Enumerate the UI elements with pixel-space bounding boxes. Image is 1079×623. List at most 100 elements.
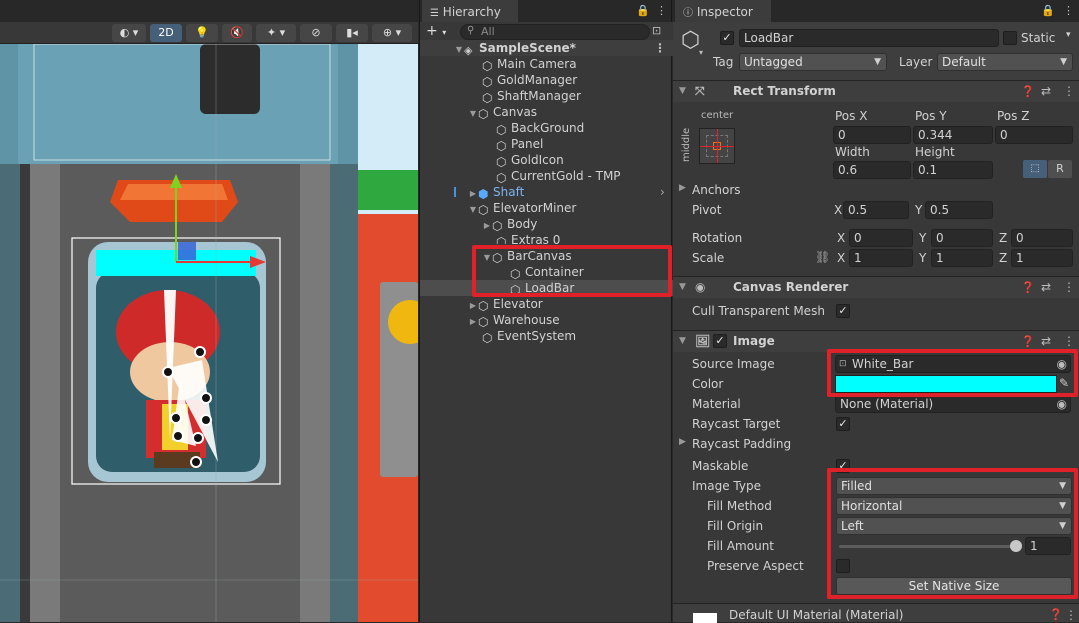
- height-label: Height: [915, 145, 955, 159]
- pivot-label: Pivot: [692, 203, 722, 217]
- image-enabled-checkbox[interactable]: ✓: [713, 334, 727, 348]
- object-picker-icon[interactable]: ◉: [1057, 396, 1067, 412]
- rotation-y-field[interactable]: 0: [931, 229, 993, 247]
- rotation-z-field[interactable]: 0: [1011, 229, 1073, 247]
- posz-field[interactable]: 0: [995, 126, 1073, 144]
- icon-dropdown-icon[interactable]: ▾: [699, 48, 703, 57]
- posx-field[interactable]: 0: [833, 126, 911, 144]
- gizmos-button[interactable]: ⊕ ▾: [372, 24, 412, 42]
- blueprint-mode-icon[interactable]: ⬚: [1023, 160, 1047, 178]
- tree-item-goldmanager[interactable]: ⬡ GoldManager: [482, 72, 577, 89]
- help-icon[interactable]: ❓: [1021, 81, 1035, 102]
- lock-icon[interactable]: 🔒: [1041, 4, 1055, 17]
- presets-icon[interactable]: ⇄: [1041, 277, 1051, 298]
- shading-mode-button[interactable]: ◐ ▾: [112, 24, 146, 42]
- collapse-arrow-icon[interactable]: ▼: [679, 277, 686, 298]
- more-options-icon[interactable]: ⋮: [1063, 4, 1074, 17]
- raw-edit-button[interactable]: R: [1048, 160, 1072, 178]
- scale-x-field[interactable]: 1: [849, 249, 913, 267]
- search-filter-icon[interactable]: ⊡: [652, 24, 661, 37]
- maskable-label: Maskable: [692, 459, 749, 473]
- constrain-proportions-icon[interactable]: ⛓: [815, 250, 830, 264]
- active-checkbox[interactable]: ✓: [720, 31, 734, 45]
- more-options-icon[interactable]: ⋮: [656, 4, 667, 17]
- audio-toggle-icon[interactable]: 🔇: [222, 24, 252, 42]
- prefab-open-arrow-icon[interactable]: ›: [660, 184, 665, 200]
- tree-item-elevator[interactable]: ▶ ⬡ Elevator: [468, 296, 543, 313]
- camera-settings-icon[interactable]: ▮◂: [336, 24, 368, 42]
- raycast-padding-label[interactable]: Raycast Padding: [692, 437, 791, 451]
- rot-x-label: X: [837, 231, 846, 245]
- width-field[interactable]: 0.6: [833, 161, 911, 179]
- tree-item-elevatorminer[interactable]: ▼ ⬡ ElevatorMiner: [468, 200, 576, 218]
- presets-icon[interactable]: ⇄: [1041, 81, 1051, 102]
- height-field[interactable]: 0.1: [913, 161, 993, 179]
- help-icon[interactable]: ❓: [1049, 608, 1063, 621]
- collapse-arrow-icon[interactable]: ▼: [679, 81, 686, 102]
- tree-item-currentgold[interactable]: ⬡ CurrentGold - TMP: [496, 168, 621, 185]
- tree-item-samplescene[interactable]: ▼ ◈ SampleScene* ⋮: [420, 40, 673, 58]
- cull-transparent-checkbox[interactable]: ✓: [836, 304, 850, 318]
- scene-viewport[interactable]: [0, 44, 418, 622]
- expand-arrow-icon[interactable]: ▶: [468, 314, 478, 330]
- raycast-target-checkbox[interactable]: ✓: [836, 417, 850, 431]
- gameobject-icon: ⬡: [496, 155, 507, 169]
- expand-arrow-icon[interactable]: ▶: [482, 218, 492, 234]
- hierarchy-search-input[interactable]: ⚲ All: [460, 24, 650, 40]
- material-field[interactable]: None (Material) ◉: [835, 395, 1071, 413]
- effects-toggle-icon[interactable]: ✦ ▾: [256, 24, 296, 42]
- tab-hierarchy[interactable]: ☰ Hierarchy: [422, 0, 518, 22]
- canvas-renderer-header[interactable]: ▼ ◉ Canvas Renderer ❓ ⇄ ⋮: [673, 276, 1079, 298]
- tree-item-warehouse[interactable]: ▶ ⬡ Warehouse: [468, 312, 560, 330]
- tree-item-shaft[interactable]: ▶ ⬢ Shaft ›: [454, 184, 673, 201]
- object-name-field[interactable]: LoadBar: [739, 29, 999, 47]
- expand-arrow-icon[interactable]: ▼: [468, 106, 478, 122]
- anchor-presets-button[interactable]: [699, 128, 735, 164]
- layer-label: Layer: [899, 55, 933, 69]
- help-icon[interactable]: ❓: [1021, 277, 1035, 298]
- lighting-toggle-icon[interactable]: 💡: [186, 24, 218, 42]
- lock-icon[interactable]: 🔒: [636, 4, 650, 17]
- scene-view-panel[interactable]: ◐ ▾ 2D 💡 🔇 ✦ ▾ ⊘ ▮◂ ⊕ ▾: [0, 0, 418, 622]
- tree-item-body[interactable]: ▶ ⬡ Body: [482, 216, 537, 234]
- tree-item-canvas[interactable]: ▼ ⬡ Canvas: [468, 104, 537, 122]
- canvas-renderer-title: Canvas Renderer: [733, 280, 849, 294]
- pivot-y-label: Y: [915, 203, 923, 217]
- mode-2d-button[interactable]: 2D: [150, 24, 182, 42]
- rotation-x-field[interactable]: 0: [849, 229, 913, 247]
- component-menu-icon[interactable]: ⋮: [1063, 81, 1075, 102]
- layer-dropdown[interactable]: Default ▼: [937, 53, 1073, 71]
- tab-inspector[interactable]: ⓘ Inspector: [675, 0, 771, 22]
- rect-transform-header[interactable]: ▼ ⤧ Rect Transform ❓ ⇄ ⋮: [673, 80, 1079, 102]
- expand-arrow-icon[interactable]: ▼: [454, 42, 464, 58]
- component-menu-icon[interactable]: ⋮: [1065, 608, 1077, 622]
- tree-item-extras[interactable]: ⬡ Extras 0: [496, 232, 560, 244]
- material-preview-header[interactable]: Default UI Material (Material) ❓ ⋮: [673, 603, 1079, 623]
- scale-z-field[interactable]: 1: [1011, 249, 1073, 267]
- anchors-label[interactable]: Anchors: [692, 183, 741, 197]
- gameobject-icon: ⬡: [482, 91, 493, 105]
- scale-y-field[interactable]: 1: [931, 249, 993, 267]
- tree-item-background[interactable]: ⬡ BackGround: [496, 120, 584, 137]
- scene-menu-icon[interactable]: ⋮: [654, 40, 666, 56]
- tree-item-shaftmanager[interactable]: ⬡ ShaftManager: [482, 88, 581, 105]
- static-dropdown-icon[interactable]: ▾: [1066, 30, 1071, 40]
- collapse-arrow-icon[interactable]: ▼: [679, 331, 686, 352]
- static-checkbox[interactable]: [1003, 31, 1017, 45]
- pivot-y-field[interactable]: 0.5: [925, 201, 993, 219]
- tree-item-panel[interactable]: ⬡ Panel: [496, 136, 543, 153]
- component-menu-icon[interactable]: ⋮: [1063, 277, 1075, 298]
- anchor-v-label: middle: [681, 127, 692, 162]
- expand-arrow-icon[interactable]: ▼: [468, 202, 478, 218]
- tag-dropdown[interactable]: Untagged ▼: [739, 53, 887, 71]
- expand-arrow-icon[interactable]: ▶: [679, 183, 686, 193]
- pivot-x-field[interactable]: 0.5: [843, 201, 909, 219]
- tree-item-main-camera[interactable]: ⬡ Main Camera: [482, 56, 577, 73]
- expand-arrow-icon[interactable]: ▶: [679, 437, 686, 447]
- posy-field[interactable]: 0.344: [913, 126, 993, 144]
- visibility-toggle-icon[interactable]: ⊘: [300, 24, 332, 42]
- tree-item-goldicon[interactable]: ⬡ GoldIcon: [496, 152, 564, 169]
- xy-plane-gizmo[interactable]: [178, 242, 196, 260]
- add-object-button[interactable]: + ▾: [426, 23, 452, 39]
- tree-item-eventsystem[interactable]: ⬡ EventSystem: [482, 328, 576, 345]
